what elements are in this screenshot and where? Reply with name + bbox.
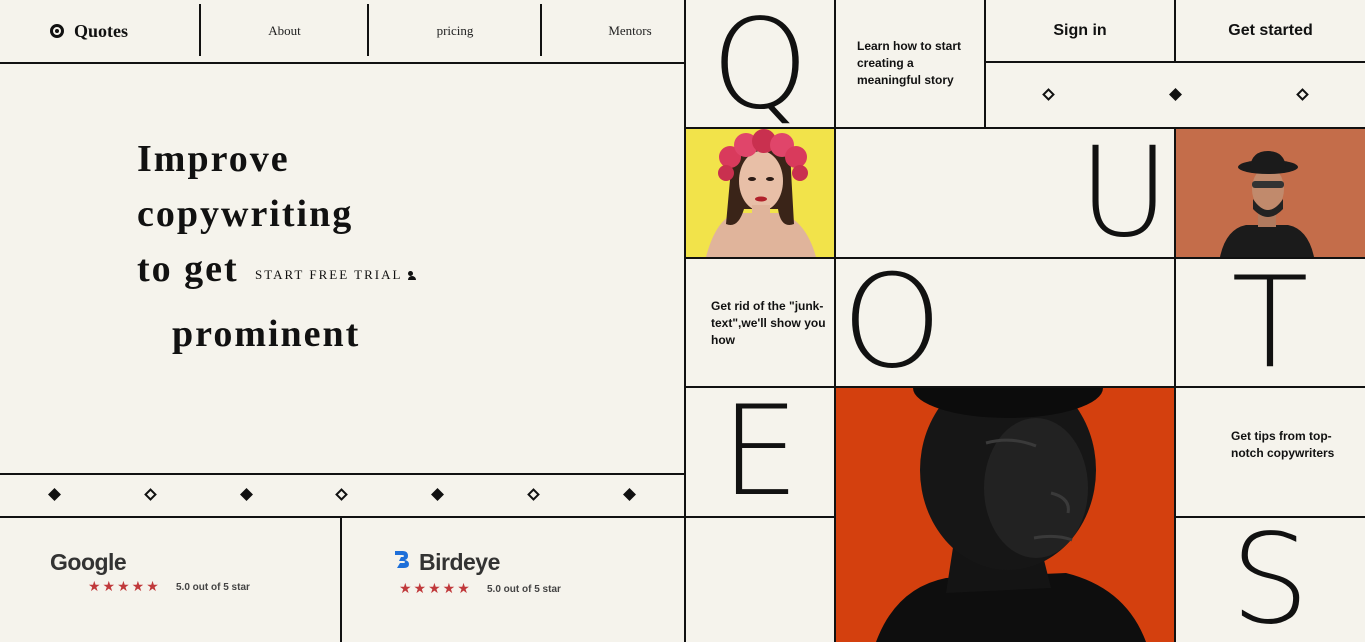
woman-flower-crown-photo bbox=[686, 129, 834, 257]
hero-line-3: to get bbox=[137, 248, 239, 290]
diamond-outline-icon bbox=[335, 488, 348, 501]
diamond-outline-icon bbox=[1042, 88, 1055, 101]
diamond-filled-icon bbox=[240, 488, 253, 501]
letter-e: E bbox=[720, 380, 800, 524]
hero-line-4: prominent bbox=[172, 313, 361, 355]
google-stars: ★★★★★ bbox=[88, 578, 161, 594]
review-divider bbox=[340, 518, 342, 642]
birdeye-icon bbox=[395, 551, 409, 568]
start-free-trial-link[interactable]: START FREE TRIAL bbox=[255, 267, 419, 283]
diamond-filled-icon bbox=[431, 488, 444, 501]
strip-top-border bbox=[0, 473, 685, 475]
start-free-trial-label: START FREE TRIAL bbox=[255, 267, 403, 282]
grid-line bbox=[984, 61, 1365, 63]
birdeye-stars: ★★★★★ bbox=[399, 580, 472, 596]
hero-line-2: copywriting bbox=[137, 193, 354, 235]
diamond-outline-icon bbox=[1296, 88, 1309, 101]
letter-u: U bbox=[1078, 120, 1170, 265]
letter-s: S bbox=[1230, 508, 1310, 642]
tips-tile: Get tips from top-notch copywriters bbox=[1231, 429, 1335, 460]
diamond-filled-icon bbox=[48, 488, 61, 501]
man-hat-photo bbox=[1176, 129, 1365, 257]
junk-text-tile: Get rid of the "junk-text",we'll show yo… bbox=[711, 299, 826, 347]
nav-pricing-link[interactable]: pricing bbox=[369, 0, 541, 62]
sign-in-button[interactable]: Sign in bbox=[986, 0, 1174, 61]
google-logo: Google bbox=[50, 549, 127, 575]
letter-o: O bbox=[841, 247, 943, 397]
birdeye-rating: 5.0 out of 5 star bbox=[487, 584, 561, 595]
diamond-outline-icon bbox=[144, 488, 157, 501]
learn-story-text: Learn how to start creating a meaningful… bbox=[857, 39, 962, 87]
diamond-filled-icon bbox=[623, 488, 636, 501]
strip-bottom-border bbox=[0, 516, 685, 518]
google-rating: 5.0 out of 5 star bbox=[176, 582, 250, 593]
hero-line-1: Improve bbox=[137, 138, 290, 180]
nav-about-link[interactable]: About bbox=[201, 0, 368, 62]
get-started-button[interactable]: Get started bbox=[1176, 0, 1365, 61]
nav-bottom-border bbox=[0, 62, 685, 64]
diamond-outline-icon bbox=[527, 488, 540, 501]
letter-t: T bbox=[1231, 248, 1309, 396]
man-portrait-photo bbox=[836, 388, 1174, 642]
letter-q: Q bbox=[711, 0, 809, 137]
logo-text: Quotes bbox=[74, 20, 128, 41]
logo-icon bbox=[50, 24, 64, 38]
logo[interactable]: Quotes bbox=[50, 0, 128, 62]
birdeye-logo: Birdeye bbox=[419, 549, 500, 575]
user-icon bbox=[408, 270, 419, 280]
diamond-filled-icon bbox=[1169, 88, 1182, 101]
